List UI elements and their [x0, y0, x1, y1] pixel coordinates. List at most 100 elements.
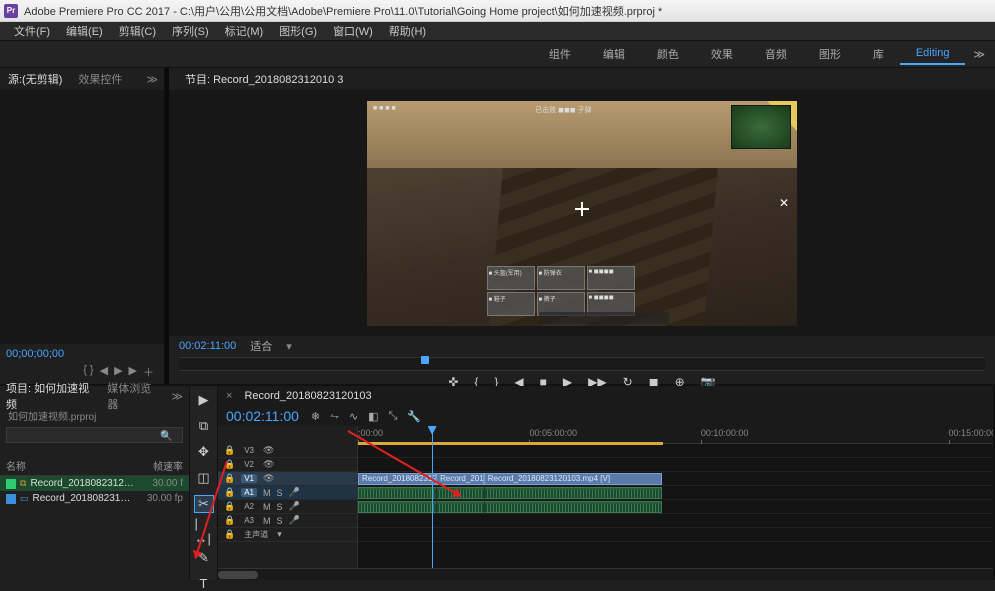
- eye-icon[interactable]: 👁: [263, 473, 274, 484]
- type-tool-icon[interactable]: T: [195, 576, 213, 591]
- mic-icon[interactable]: 🎤: [289, 515, 300, 526]
- timeline-tab[interactable]: Record_20180823120103: [236, 388, 379, 404]
- track-v1[interactable]: Record_20180823120 Record_20180 Record_2…: [358, 472, 993, 486]
- eye-icon[interactable]: 👁: [263, 445, 274, 456]
- tab-source[interactable]: 源:(无剪辑): [0, 68, 70, 91]
- pen-tool-icon[interactable]: ✎: [195, 550, 213, 566]
- clip-a2[interactable]: [358, 501, 662, 513]
- clip-v1-2[interactable]: Record_20180: [436, 473, 484, 485]
- program-scrubber[interactable]: [179, 357, 985, 371]
- source-tabs-more-icon[interactable]: ≫: [140, 73, 164, 86]
- timeline-tab-close-icon[interactable]: ×: [226, 390, 232, 402]
- track-v2[interactable]: [358, 458, 993, 472]
- snap-toggle-icon[interactable]: ❄: [311, 410, 320, 423]
- mute-icon[interactable]: M: [263, 516, 271, 526]
- track-header-v2[interactable]: 🔒V2👁: [218, 458, 357, 472]
- lock-icon[interactable]: 🔒: [224, 515, 235, 526]
- lock-icon[interactable]: 🔒: [224, 529, 235, 540]
- program-zoom-dropdown-icon[interactable]: ▾: [286, 340, 292, 353]
- hud-killfeed: 已击败 ◼◼◼ 子弹: [535, 105, 591, 149]
- lock-icon[interactable]: 🔒: [224, 473, 235, 484]
- project-col-rate[interactable]: 帧速率: [135, 458, 183, 473]
- menu-window[interactable]: 窗口(W): [325, 23, 381, 39]
- solo-icon[interactable]: S: [277, 488, 283, 498]
- track-a3[interactable]: [358, 514, 993, 528]
- clip-v1-3[interactable]: Record_20180823120103.mp4 [V]: [484, 473, 662, 485]
- menu-marker[interactable]: 标记(M): [217, 23, 272, 39]
- track-a2[interactable]: [358, 500, 993, 514]
- track-header-v1[interactable]: 🔒V1👁: [218, 472, 357, 486]
- ws-tab-assembly[interactable]: 组件: [533, 42, 587, 66]
- inventory-close-icon: ✕: [779, 196, 789, 210]
- menu-edit[interactable]: 编辑(E): [58, 23, 111, 39]
- expand-icon[interactable]: ▾: [277, 529, 282, 540]
- mic-icon[interactable]: 🎤: [289, 487, 300, 498]
- selection-tool-icon[interactable]: ▶: [195, 392, 213, 408]
- lock-icon[interactable]: 🔒: [224, 487, 235, 498]
- ws-tab-audio[interactable]: 音频: [749, 42, 803, 66]
- clip-v1-1[interactable]: Record_20180823120: [358, 473, 436, 485]
- menu-help[interactable]: 帮助(H): [381, 23, 434, 39]
- window-title: Adobe Premiere Pro CC 2017 - C:\用户\公用\公用…: [24, 3, 662, 19]
- timeline-ruler[interactable]: :00:00 00:05:00:00 00:10:00:00 00:15:00:…: [358, 426, 993, 444]
- track-label: A3: [241, 516, 257, 525]
- program-zoom-select[interactable]: 适合: [250, 338, 272, 354]
- clip-a1[interactable]: [358, 487, 662, 499]
- timeline-playhead[interactable]: [432, 426, 433, 568]
- track-header-a1[interactable]: 🔒A1MS🎤: [218, 486, 357, 500]
- mute-icon[interactable]: M: [263, 488, 271, 498]
- source-timecode[interactable]: 00;00;00;00: [6, 348, 158, 360]
- razor-tool-icon[interactable]: ✂: [195, 496, 213, 512]
- track-header-master[interactable]: 🔒主声道▾: [218, 528, 357, 542]
- menu-graphics[interactable]: 图形(G): [271, 23, 325, 39]
- lock-icon[interactable]: 🔒: [224, 445, 235, 456]
- ws-tab-library[interactable]: 库: [857, 42, 900, 66]
- project-tabs-more-icon[interactable]: ≫: [165, 390, 189, 403]
- track-select-tool-icon[interactable]: ⧉: [195, 418, 213, 434]
- solo-icon[interactable]: S: [277, 502, 283, 512]
- workspace-switcher: 组件 编辑 颜色 效果 音频 图形 库 Editing ≫: [0, 40, 995, 68]
- timeline-track-headers: 🔒V3👁 🔒V2👁 🔒V1👁 🔒A1MS🎤 🔒A2MS🎤 🔒A3MS🎤 🔒主声道…: [218, 426, 358, 568]
- ws-tab-color[interactable]: 颜色: [641, 42, 695, 66]
- rate-stretch-tool-icon[interactable]: ◫: [195, 470, 213, 486]
- wrench-icon[interactable]: 🔧: [407, 410, 421, 423]
- eye-icon[interactable]: 👁: [263, 459, 274, 470]
- program-timecode[interactable]: 00:02:11:00: [179, 340, 236, 352]
- project-item[interactable]: ▭ Record_20180823120103.m 30.00 fp: [0, 491, 189, 506]
- program-playhead-icon[interactable]: [421, 356, 429, 364]
- ws-tab-graphics[interactable]: 图形: [803, 42, 857, 66]
- timeline-tracks[interactable]: :00:00 00:05:00:00 00:10:00:00 00:15:00:…: [358, 426, 993, 568]
- track-master[interactable]: [358, 528, 993, 542]
- mic-icon[interactable]: 🎤: [289, 501, 300, 512]
- project-col-name[interactable]: 名称: [6, 458, 135, 473]
- track-header-v3[interactable]: 🔒V3👁: [218, 444, 357, 458]
- program-tab[interactable]: 节目: Record_2018082312010 3: [177, 68, 351, 90]
- menu-sequence[interactable]: 序列(S): [164, 23, 217, 39]
- solo-icon[interactable]: S: [277, 516, 283, 526]
- link-toggle-icon[interactable]: ⥊: [330, 410, 339, 423]
- ws-tab-effects[interactable]: 效果: [695, 42, 749, 66]
- track-v3[interactable]: [358, 444, 993, 458]
- track-header-a2[interactable]: 🔒A2MS🎤: [218, 500, 357, 514]
- project-item[interactable]: ⧉ Record_20180823120103 30.00 f: [0, 476, 189, 491]
- track-header-a3[interactable]: 🔒 A3 MS 🎤: [218, 514, 357, 528]
- ws-tab-editing-cn[interactable]: 编辑: [587, 42, 641, 66]
- lock-icon[interactable]: 🔒: [224, 459, 235, 470]
- ws-tab-editing[interactable]: Editing: [900, 43, 966, 65]
- project-search-input[interactable]: [6, 427, 183, 443]
- track-a1[interactable]: [358, 486, 993, 500]
- tab-effect-controls[interactable]: 效果控件: [70, 68, 130, 90]
- ripple-tool-icon[interactable]: ✥: [195, 444, 213, 460]
- menu-clip[interactable]: 剪辑(C): [111, 23, 164, 39]
- settings-toggle-icon[interactable]: ◧: [368, 410, 378, 423]
- timeline-zoom-bar[interactable]: [218, 568, 993, 580]
- slip-tool-icon[interactable]: |↔|: [195, 522, 213, 540]
- menu-file[interactable]: 文件(F): [6, 23, 58, 39]
- mute-icon[interactable]: M: [263, 502, 271, 512]
- lock-icon[interactable]: 🔒: [224, 501, 235, 512]
- marker-toggle-icon[interactable]: ∿: [349, 410, 358, 423]
- ws-more-icon[interactable]: ≫: [973, 48, 985, 61]
- sequence-toggle-icon[interactable]: ⤡: [389, 410, 398, 423]
- timeline-timecode[interactable]: 00:02:11:00: [226, 408, 299, 424]
- timeline-zoom-thumb[interactable]: [218, 571, 258, 579]
